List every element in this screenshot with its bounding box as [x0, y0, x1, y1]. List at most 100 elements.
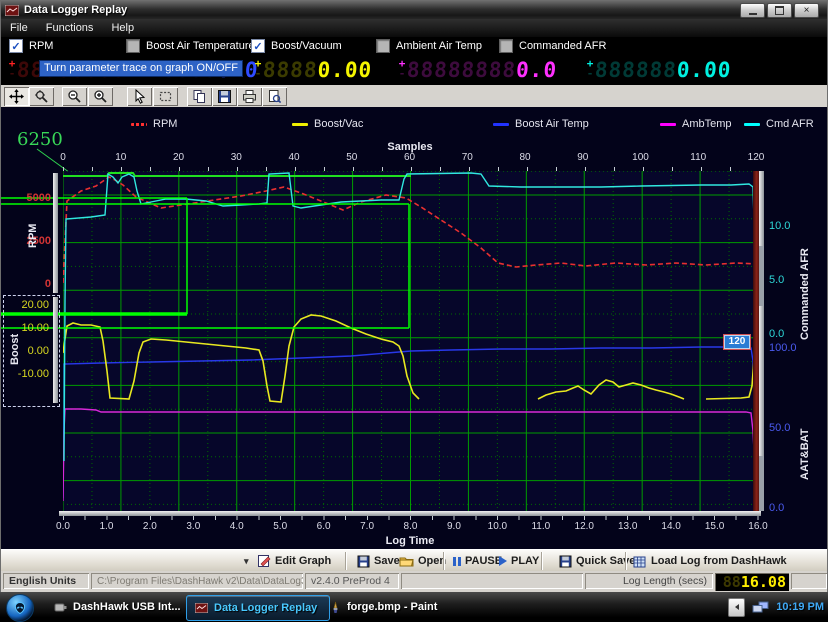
legend-rpm: RPM: [131, 118, 177, 130]
version-status: v2.4.0 PreProd 4: [305, 573, 399, 589]
play-button[interactable]: PLAY: [499, 552, 539, 570]
save-graph-button[interactable]: [212, 87, 237, 106]
aat-tick-100: 100.0: [769, 342, 797, 354]
app-window: Data Logger Replay × File Functions Help…: [0, 0, 828, 592]
menu-help[interactable]: Help: [102, 20, 143, 36]
taskbar: DashHawk USB Int... Data Logger Replay f…: [0, 592, 828, 622]
plot-area[interactable]: [63, 171, 758, 511]
tick-label: 1.0: [93, 521, 119, 532]
rpm-axis-line: [53, 173, 58, 293]
load-log-icon: [633, 555, 647, 568]
param-toggle-commanded-afr[interactable]: Commanded AFR: [499, 39, 606, 53]
print-button[interactable]: [237, 87, 262, 106]
close-icon: ×: [804, 6, 810, 16]
tick-label: 8.0: [398, 521, 424, 532]
tick-label: 6.0: [311, 521, 337, 532]
separator: [443, 552, 444, 570]
play-icon: [499, 556, 507, 566]
control-bar: ▾ Edit Graph Save: [1, 549, 827, 573]
param-toggle-rpm[interactable]: RPM: [9, 39, 53, 53]
commanded-afr-checkbox[interactable]: [499, 39, 513, 53]
tray-expand-button[interactable]: [728, 598, 745, 617]
usb-device-icon: [54, 602, 67, 613]
cmd-afr-lcd: 8888880.00: [594, 55, 733, 85]
tick-label: 15.0: [702, 521, 728, 532]
taskbar-item-dashhawk-usb[interactable]: DashHawk USB Int...: [46, 595, 192, 619]
gridlines: [63, 171, 758, 511]
replay-cursor-label: 120: [723, 334, 751, 350]
load-log-button[interactable]: Load Log from DashHawk: [633, 552, 787, 570]
taskbar-item-paint[interactable]: forge.bmp - Paint: [322, 595, 456, 619]
afr-tick-10: 10.0: [769, 220, 790, 232]
trace-boost-air-temp: [63, 347, 756, 501]
select-region-button[interactable]: [153, 87, 178, 106]
open-button[interactable]: Open: [399, 552, 446, 570]
status-bar: English Units C:\Program Files\DashHawk …: [1, 571, 827, 593]
quick-save-button[interactable]: Quick Save: [559, 552, 635, 570]
zoom-in-icon: [93, 89, 108, 104]
track-button[interactable]: [29, 87, 54, 106]
pause-icon: [453, 557, 461, 566]
boost-vacuum-checkbox[interactable]: [251, 39, 265, 53]
quick-save-icon: [559, 555, 572, 568]
legend-boost-air-temp: Boost Air Temp: [493, 118, 589, 130]
param-toggle-boost-vacuum[interactable]: Boost/Vacuum: [251, 39, 342, 53]
tick-label: 4.0: [224, 521, 250, 532]
restore-button[interactable]: [767, 3, 792, 18]
taskbar-item-data-logger-replay[interactable]: Data Logger Replay: [186, 595, 330, 621]
edit-graph-button[interactable]: Edit Graph: [257, 552, 331, 570]
rpm-checkbox[interactable]: [9, 39, 23, 53]
network-icon[interactable]: [752, 601, 769, 614]
tick-label: 110: [685, 152, 711, 163]
start-button[interactable]: [6, 594, 34, 622]
pan-button[interactable]: [4, 87, 29, 106]
ambient-air-temp-checkbox[interactable]: [376, 39, 390, 53]
tick-label: 10: [108, 152, 134, 163]
log-length-lcd: 8816.08: [715, 573, 789, 591]
print-preview-button[interactable]: [262, 87, 287, 106]
trace-boost-vac-a: [63, 315, 419, 402]
boost-vacuum-lcd: 88880.00: [262, 55, 373, 85]
rpm-axis-title: RPM: [27, 201, 39, 271]
chevron-left-icon: [735, 604, 739, 610]
close-button[interactable]: ×: [794, 3, 819, 18]
save-button[interactable]: Save: [357, 552, 400, 570]
tick-label: 14.0: [658, 521, 684, 532]
tick-label: 20: [166, 152, 192, 163]
rpm-swatch: [131, 123, 147, 126]
title-bar[interactable]: Data Logger Replay ×: [1, 1, 827, 19]
rpm-checkbox-label: RPM: [29, 40, 53, 52]
afr-tick-5: 5.0: [769, 274, 784, 286]
param-toggle-ambient-air-temp[interactable]: Ambient Air Temp: [376, 39, 482, 53]
bottom-axis-ticks: 0.01.02.03.04.05.06.07.08.09.010.011.012…: [50, 521, 771, 532]
ambient-lcd: 888888880.0: [406, 55, 558, 85]
right-scrollmark-upper: [759, 246, 764, 306]
edit-graph-dropdown[interactable]: ▾: [244, 552, 249, 570]
replay-cursor-bar[interactable]: [753, 171, 759, 511]
zoom-out-button[interactable]: [62, 87, 87, 106]
tick-label: 50: [339, 152, 365, 163]
preview-icon: [267, 89, 282, 104]
tick-label: 11.0: [528, 521, 554, 532]
graph-panel: Samples 0102030405060708090100110120: [1, 139, 827, 549]
separator: [625, 552, 626, 570]
pause-button[interactable]: PAUSE: [453, 552, 502, 570]
copy-button[interactable]: [187, 87, 212, 106]
tick-label: 60: [397, 152, 423, 163]
menu-functions[interactable]: Functions: [37, 20, 103, 36]
minimize-icon: [749, 13, 757, 15]
cursor-button[interactable]: [127, 87, 152, 106]
boost-air-temp-checkbox[interactable]: [126, 39, 140, 53]
legend-cmd-afr: Cmd AFR: [744, 118, 814, 130]
param-toggle-boost-air-temp[interactable]: Boost Air Temperature: [126, 39, 255, 53]
rpm-tick-0: 0: [11, 278, 51, 290]
bottom-axis-title: Log Time: [310, 535, 510, 547]
menu-file[interactable]: File: [1, 20, 37, 36]
taskbar-clock[interactable]: 10:19 PM: [776, 601, 824, 613]
tick-label: 13.0: [615, 521, 641, 532]
zoom-in-button[interactable]: [88, 87, 113, 106]
boost-axis-line: [53, 297, 58, 403]
window-title: Data Logger Replay: [24, 4, 127, 16]
app-icon: [5, 5, 19, 16]
minimize-button[interactable]: [740, 3, 765, 18]
